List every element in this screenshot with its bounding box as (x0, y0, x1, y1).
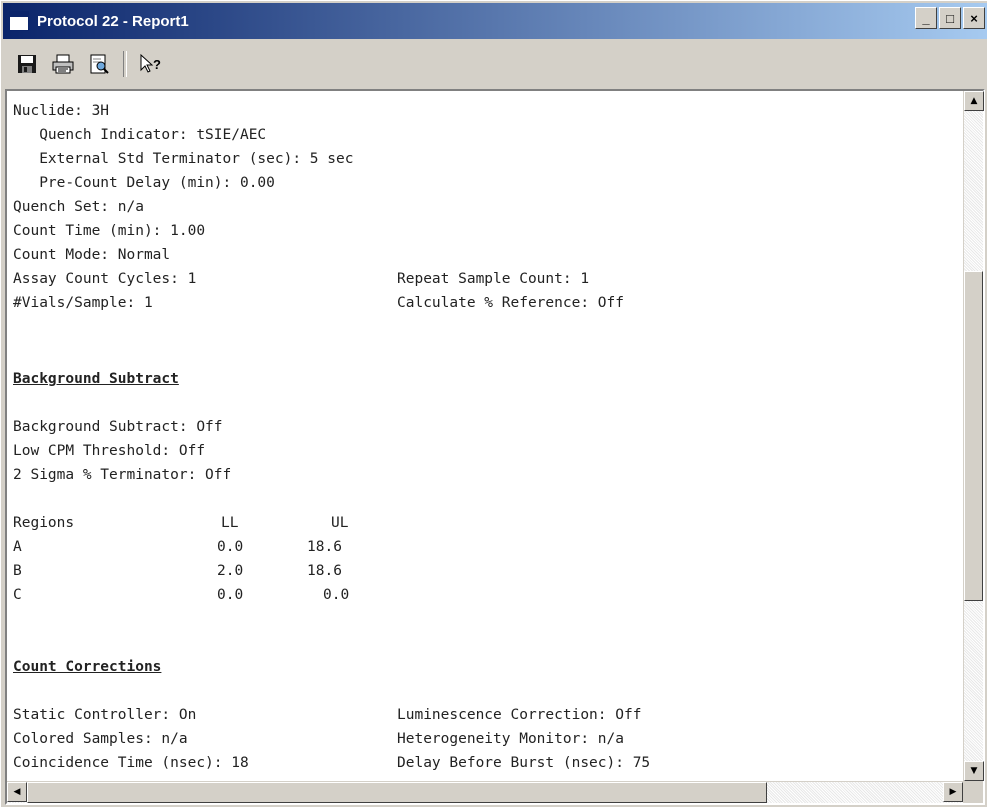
scrollbar-corner (963, 781, 983, 803)
window-icon[interactable] (9, 11, 29, 31)
ext-std-terminator-line: External Std Terminator (sec): 5 sec (13, 151, 354, 167)
quench-set-line: Quench Set: n/a (13, 199, 144, 215)
count-mode-line: Count Mode: Normal (13, 247, 171, 263)
context-help-button[interactable]: ? (135, 48, 167, 80)
two-sigma-terminator-line: 2 Sigma % Terminator: Off (13, 467, 232, 483)
print-preview-icon (90, 54, 109, 74)
vertical-scroll-thumb[interactable] (964, 271, 983, 601)
floppy-disk-icon (18, 55, 36, 73)
delay-before-burst-line: Delay Before Burst (nsec): 75 (397, 755, 651, 771)
luminescence-correction-line: Luminescence Correction: Off (397, 707, 642, 723)
horizontal-scrollbar[interactable]: ◀ ▶ (7, 781, 963, 803)
region-ll: 0.0 (217, 539, 244, 555)
print-button[interactable] (47, 48, 79, 80)
region-name: C (13, 587, 22, 603)
scroll-right-button[interactable]: ▶ (943, 782, 963, 802)
region-ul: 18.6 (307, 539, 342, 555)
help-pointer-icon: ? (140, 53, 161, 73)
vials-per-sample-line: #Vials/Sample: 1 (13, 295, 153, 311)
background-subtract-heading: Background Subtract (13, 371, 179, 387)
region-name: A (13, 539, 22, 555)
background-subtract-line: Background Subtract: Off (13, 419, 223, 435)
region-ul: 18.6 (307, 563, 342, 579)
horizontal-scroll-thumb[interactable] (27, 782, 767, 803)
pre-count-delay-line: Pre-Count Delay (min): 0.00 (13, 175, 275, 191)
nuclide-line: Nuclide: 3H (13, 103, 110, 119)
regions-header-ul: UL (331, 515, 349, 531)
region-ll: 0.0 (217, 587, 244, 603)
window-controls: _ □ × (915, 7, 985, 29)
regions-header: Regions (13, 515, 75, 531)
heterogeneity-monitor-line: Heterogeneity Monitor: n/a (397, 731, 624, 747)
scroll-left-button[interactable]: ◀ (7, 782, 27, 802)
region-ll: 2.0 (217, 563, 244, 579)
regions-header-ll: LL (221, 515, 239, 531)
window-title: Protocol 22 - Report1 (37, 12, 189, 30)
coincidence-time-line: Coincidence Time (nsec): 18 (13, 755, 249, 771)
scroll-up-button[interactable]: ▲ (964, 91, 984, 111)
assay-count-cycles-line: Assay Count Cycles: 1 (13, 271, 197, 287)
report-content: Nuclide: 3H Quench Indicator: tSIE/AEC E… (7, 91, 963, 781)
report-view: Nuclide: 3H Quench Indicator: tSIE/AEC E… (5, 89, 985, 805)
toolbar-separator (123, 51, 127, 77)
scroll-down-button[interactable]: ▼ (964, 761, 984, 781)
printer-icon (52, 54, 74, 74)
report-window: Protocol 22 - Report1 _ □ × ? Nuclide: 3… (0, 0, 988, 808)
save-button[interactable] (11, 48, 43, 80)
repeat-sample-count-line: Repeat Sample Count: 1 (397, 271, 590, 287)
quench-indicator-line: Quench Indicator: tSIE/AEC (13, 127, 267, 143)
count-corrections-heading: Count Corrections (13, 659, 162, 675)
title-bar[interactable]: Protocol 22 - Report1 _ □ × (3, 3, 987, 39)
colored-samples-line: Colored Samples: n/a (13, 731, 188, 747)
minimize-button[interactable]: _ (915, 7, 937, 29)
low-cpm-threshold-line: Low CPM Threshold: Off (13, 443, 206, 459)
static-controller-line: Static Controller: On (13, 707, 197, 723)
calculate-reference-line: Calculate % Reference: Off (397, 295, 624, 311)
svg-text:?: ? (153, 57, 161, 72)
region-ul: 0.0 (323, 587, 350, 603)
toolbar: ? (3, 41, 987, 87)
maximize-button[interactable]: □ (939, 7, 961, 29)
region-name: B (13, 563, 22, 579)
count-time-line: Count Time (min): 1.00 (13, 223, 206, 239)
print-preview-button[interactable] (83, 48, 115, 80)
vertical-scrollbar[interactable]: ▲ ▼ (963, 91, 984, 781)
close-button[interactable]: × (963, 7, 985, 29)
